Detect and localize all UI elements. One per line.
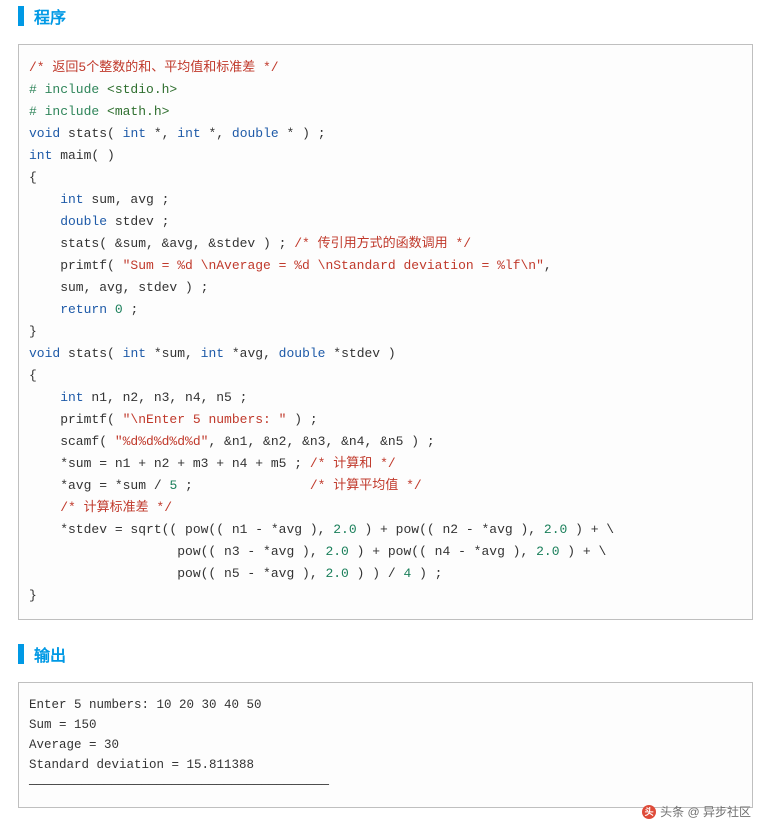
code-keyword: int [201,346,224,361]
code-text: *sum, [146,346,201,361]
code-text: maim( ) [52,148,114,163]
output-block: Enter 5 numbers: 10 20 30 40 50 Sum = 15… [29,695,742,795]
output-line: Sum = 150 [29,718,97,732]
code-number: 0 [115,302,123,317]
output-line: Average = 30 [29,738,119,752]
code-text: , &n1, &n2, &n3, &n4, &n5 ) ; [208,434,434,449]
output-line: ———————————————————————————————————————— [29,778,329,792]
output-line: Standard deviation = 15.811388 [29,758,254,772]
code-keyword: int [29,390,84,405]
code-text: , [544,258,552,273]
code-text: *stdev ) [325,346,395,361]
code-text: n1, n2, n3, n4, n5 ; [84,390,248,405]
code-number: 2.0 [333,522,356,537]
code-brace: { [29,170,37,185]
code-keyword: int [123,126,146,141]
code-block: /* 返回5个整数的和、平均值和标准差 */ # include <stdio.… [29,57,742,607]
code-text: stats( [60,126,122,141]
code-text: pow(( n3 - *avg ), [29,544,325,559]
code-text: *, [201,126,232,141]
code-brace: { [29,368,37,383]
output-title: 输出 [34,642,66,666]
code-preproc: # include [29,82,107,97]
code-text: ) ; [411,566,442,581]
program-title: 程序 [34,4,66,28]
code-keyword: int [29,192,84,207]
code-keyword: int [177,126,200,141]
code-text: stats( [60,346,122,361]
code-keyword: void [29,346,60,361]
code-keyword: return [29,302,115,317]
code-keyword: double [279,346,326,361]
code-text: stats( &sum, &avg, &stdev ) ; [29,236,294,251]
code-text: *stdev = sqrt(( pow(( n1 - *avg ), [29,522,333,537]
code-text: *avg = *sum / [29,478,169,493]
header-accent-bar [18,6,24,26]
code-number: 2.0 [325,566,348,581]
code-preproc: # include [29,104,107,119]
code-string: "Sum = %d \nAverage = %d \nStandard devi… [123,258,544,273]
code-text: ) + pow(( n2 - *avg ), [357,522,544,537]
code-text: sum, avg, stdev ) ; [29,280,208,295]
code-include: <math.h> [107,104,169,119]
code-number: 2.0 [544,522,567,537]
code-string: "\nEnter 5 numbers: " [123,412,287,427]
code-text: ) ; [286,412,317,427]
code-text: ; [177,478,310,493]
code-brace: } [29,324,37,339]
program-section-header: 程序 [0,0,771,38]
code-text: stdev ; [107,214,169,229]
code-text: pow(( n5 - *avg ), [29,566,325,581]
code-comment: /* 计算平均值 */ [310,478,422,493]
code-comment: /* 计算标准差 */ [29,500,172,515]
watermark-text: 头条 @ 异步社区 [660,803,751,820]
code-string: "%d%d%d%d%d" [115,434,209,449]
code-keyword: int [29,148,52,163]
code-include: <stdio.h> [107,82,177,97]
code-keyword: double [29,214,107,229]
code-text: scamf( [29,434,115,449]
watermark-icon: 头 [642,805,656,819]
code-text: ; [123,302,139,317]
output-section-header: 输出 [0,638,771,676]
code-text: ) + \ [567,522,614,537]
code-text: primtf( [29,258,123,273]
code-keyword: void [29,126,60,141]
code-text: ) + pow(( n4 - *avg ), [349,544,536,559]
code-text: sum, avg ; [84,192,170,207]
code-box: /* 返回5个整数的和、平均值和标准差 */ # include <stdio.… [18,44,753,620]
code-number: 2.0 [536,544,559,559]
code-keyword: double [232,126,279,141]
header-accent-bar [18,644,24,664]
code-brace: } [29,588,37,603]
code-text: primtf( [29,412,123,427]
output-box: Enter 5 numbers: 10 20 30 40 50 Sum = 15… [18,682,753,808]
code-comment: /* 计算和 */ [310,456,396,471]
watermark: 头 头条 @ 异步社区 [642,803,751,820]
code-text: *sum = n1 + n2 + m3 + n4 + m5 ; [29,456,310,471]
code-comment: /* 返回5个整数的和、平均值和标准差 */ [29,60,279,75]
output-line: Enter 5 numbers: 10 20 30 40 50 [29,698,262,712]
code-comment: /* 传引用方式的函数调用 */ [294,236,471,251]
code-keyword: int [123,346,146,361]
code-text: ) ) / [349,566,404,581]
code-text: * ) ; [279,126,326,141]
code-number: 2.0 [325,544,348,559]
code-text: *, [146,126,177,141]
code-text: *avg, [224,346,279,361]
code-text: ) + \ [560,544,607,559]
